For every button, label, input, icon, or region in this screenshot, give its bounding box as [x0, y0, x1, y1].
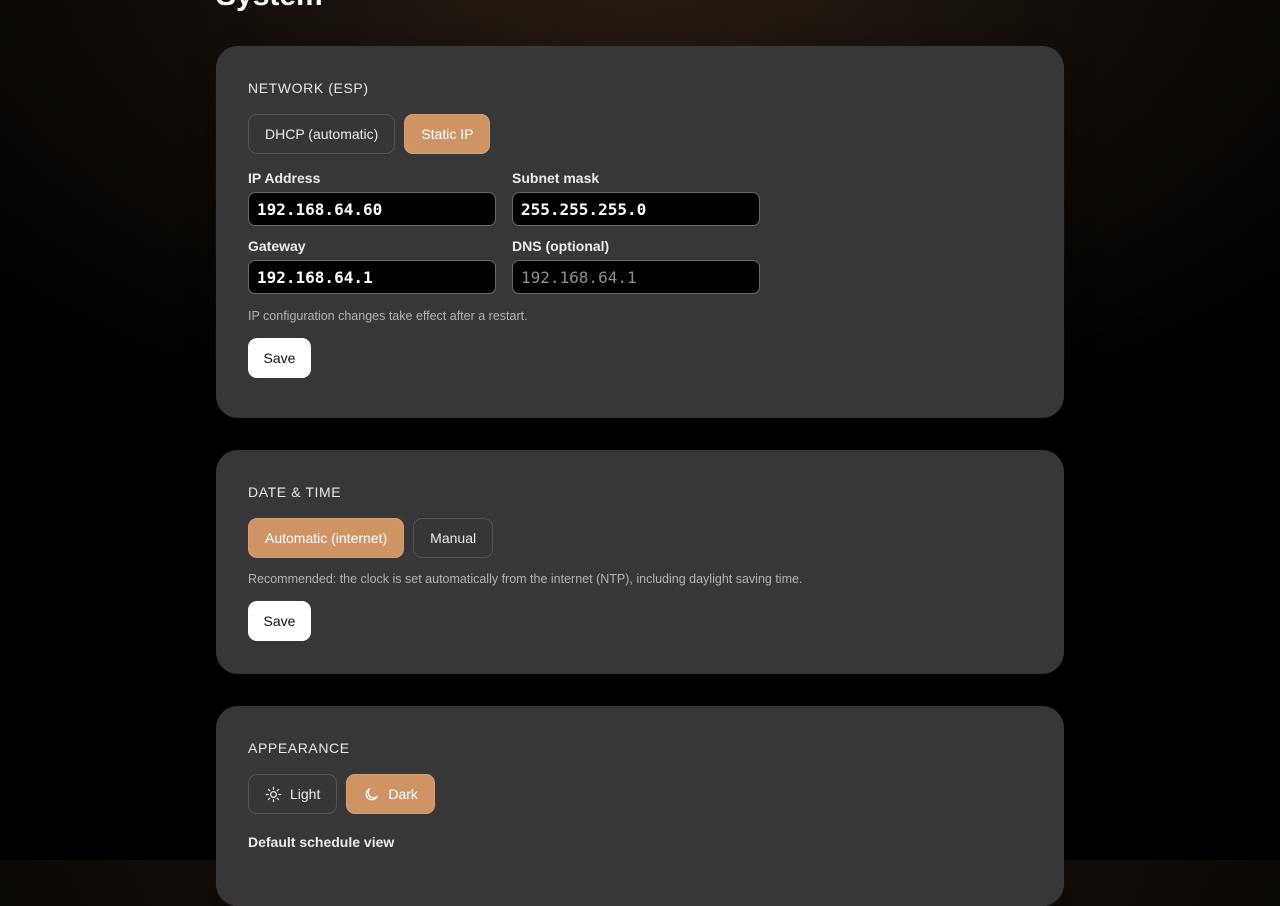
manual-time-option-button[interactable]: Manual — [413, 518, 494, 558]
static-ip-option-button[interactable]: Static IP — [404, 114, 491, 154]
network-mode-toggle: DHCP (automatic) Static IP — [248, 114, 1032, 154]
ip-address-label: IP Address — [248, 170, 321, 186]
datetime-card: DATE & TIME Automatic (internet) Manual … — [216, 450, 1064, 674]
theme-toggle: Light Dark — [248, 774, 1032, 814]
page-title: System — [216, 0, 323, 14]
gateway-label: Gateway — [248, 238, 306, 254]
subnet-mask-input[interactable] — [512, 192, 760, 226]
datetime-section-title: DATE & TIME — [248, 484, 342, 500]
dark-theme-button[interactable]: Dark — [346, 774, 435, 814]
network-fields: IP Address Subnet mask Gateway DNS (opti… — [248, 170, 1032, 294]
network-restart-hint: IP configuration changes take effect aft… — [248, 309, 528, 323]
network-card: NETWORK (ESP) DHCP (automatic) Static IP… — [216, 46, 1064, 418]
dns-label: DNS (optional) — [512, 238, 610, 254]
dark-theme-label: Dark — [388, 786, 418, 802]
dhcp-option-button[interactable]: DHCP (automatic) — [248, 114, 396, 154]
gateway-input[interactable] — [248, 260, 496, 294]
network-save-button[interactable]: Save — [248, 338, 311, 378]
light-theme-label: Light — [290, 786, 321, 802]
default-schedule-view-label: Default schedule view — [248, 834, 395, 850]
ip-address-field-group: IP Address — [248, 170, 496, 226]
datetime-hint: Recommended: the clock is set automatica… — [248, 572, 803, 586]
sun-icon — [265, 786, 282, 802]
subnet-mask-field-group: Subnet mask — [512, 170, 760, 226]
datetime-save-button[interactable]: Save — [248, 601, 311, 641]
ip-address-input[interactable] — [248, 192, 496, 226]
gateway-field-group: Gateway — [248, 238, 496, 294]
light-theme-button[interactable]: Light — [248, 774, 338, 814]
moon-icon — [366, 787, 379, 800]
network-section-title: NETWORK (ESP) — [248, 80, 369, 96]
dns-input[interactable] — [512, 260, 760, 294]
dns-field-group: DNS (optional) — [512, 238, 760, 294]
automatic-time-option-button[interactable]: Automatic (internet) — [248, 518, 405, 558]
appearance-section-title: APPEARANCE — [248, 740, 350, 756]
subnet-mask-label: Subnet mask — [512, 170, 600, 186]
datetime-mode-toggle: Automatic (internet) Manual — [248, 518, 1032, 558]
appearance-card: APPEARANCE Light Dark Default schedule v — [216, 706, 1064, 906]
